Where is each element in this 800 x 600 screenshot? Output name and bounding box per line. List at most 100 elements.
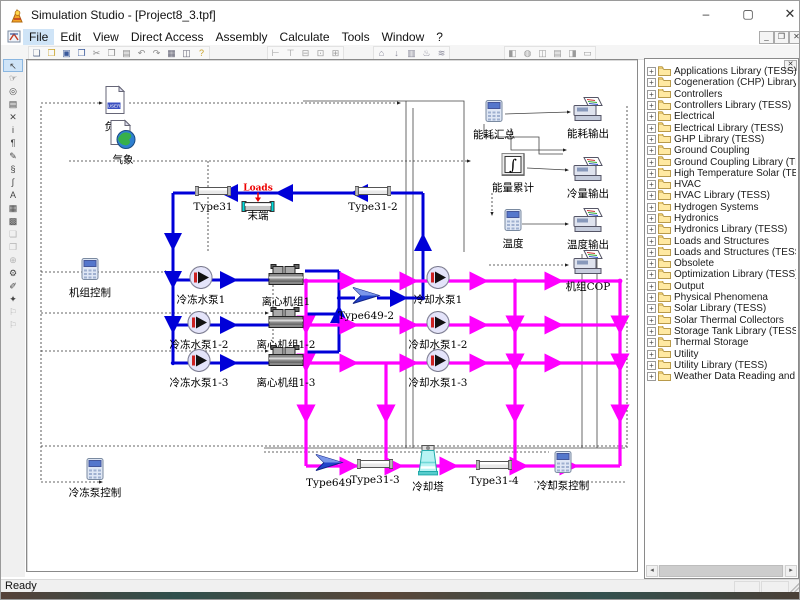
distribute-icon[interactable]: ⊟ [298, 47, 313, 59]
expand-plus-icon[interactable]: + [647, 90, 656, 99]
component-chiller-1-3[interactable] [266, 345, 306, 378]
redo-icon[interactable]: ↷ [149, 47, 164, 59]
component-energy-output[interactable] [572, 96, 604, 129]
component-chiller-1-2[interactable] [266, 307, 306, 340]
expand-plus-icon[interactable]: + [647, 316, 656, 325]
component-chiller-1[interactable] [266, 264, 306, 297]
component-unit-control[interactable] [80, 258, 100, 287]
library-item[interactable]: +Electrical [647, 111, 796, 122]
probe-tool-icon[interactable]: ¶ [3, 137, 23, 150]
resize-grip[interactable] [790, 582, 800, 592]
component-temperature-calc[interactable] [503, 209, 523, 238]
expand-plus-icon[interactable]: + [647, 191, 656, 200]
menu-item-edit[interactable]: Edit [54, 29, 87, 45]
expand-plus-icon[interactable]: + [647, 237, 656, 246]
library-item[interactable]: +Hydronics [647, 213, 796, 224]
library-item[interactable]: +Electrical Library (TESS) [647, 122, 796, 133]
library-item[interactable]: +Thermal Storage [647, 337, 796, 348]
component-energy-integrator[interactable]: ∫ [501, 153, 525, 182]
expand-plus-icon[interactable]: + [647, 124, 656, 133]
window-cascade-icon[interactable]: ◍ [520, 47, 535, 59]
expand-plus-icon[interactable]: + [647, 293, 656, 302]
library-item[interactable]: +Storage Tank Library (TESS) [647, 326, 796, 337]
component-type31-4[interactable] [476, 458, 512, 476]
component-type31-3[interactable] [357, 457, 393, 475]
expand-plus-icon[interactable]: + [647, 248, 656, 257]
library-item[interactable]: +HVAC [647, 179, 796, 190]
window-layout-icon[interactable]: ◧ [505, 47, 520, 59]
layer-up-icon[interactable]: ❏ [3, 228, 23, 241]
mdi-minimize-button[interactable]: _ [759, 31, 774, 44]
expand-plus-icon[interactable]: + [647, 350, 656, 359]
sort-down-icon[interactable]: ↓ [389, 47, 404, 59]
component-type31[interactable] [195, 184, 231, 202]
menu-item-view[interactable]: View [87, 29, 125, 45]
snap-grid-icon[interactable]: ▩ [3, 215, 23, 228]
expand-plus-icon[interactable]: + [647, 225, 656, 234]
library-item[interactable]: +Physical Phenomena [647, 292, 796, 303]
library-item[interactable]: +Utility [647, 348, 796, 359]
expand-plus-icon[interactable]: + [647, 282, 656, 291]
mdi-close-button[interactable]: ✕ [789, 31, 800, 44]
grid-icon[interactable]: ▦ [3, 202, 23, 215]
save-icon[interactable]: ▣ [59, 47, 74, 59]
library-item[interactable]: +Ground Coupling Library (TESS) [647, 156, 796, 167]
open-file-icon[interactable]: ❒ [44, 47, 59, 59]
scroll-left-icon[interactable]: ◂ [646, 565, 658, 577]
maximize-button[interactable]: ▢ [731, 1, 765, 27]
library-item[interactable]: +Output [647, 281, 796, 292]
expand-plus-icon[interactable]: + [647, 135, 656, 144]
pan-tool-icon[interactable]: ☞ [3, 72, 23, 85]
library-item[interactable]: +Solar Thermal Collectors [647, 315, 796, 326]
component-cw-pump-1[interactable] [425, 265, 451, 296]
library-item[interactable]: +Applications Library (TESS) [647, 66, 796, 77]
library-item[interactable]: +Weather Data Reading and Process [647, 371, 796, 382]
component-chw-pump-1[interactable] [188, 265, 214, 296]
component-type649-2[interactable] [351, 285, 381, 312]
expand-plus-icon[interactable]: + [647, 112, 656, 121]
component-load-file[interactable]: USER [103, 86, 127, 121]
library-item[interactable]: +Controllers [647, 89, 796, 100]
component-cw-pump-1-2[interactable] [425, 310, 451, 341]
component-cw-pump-control[interactable] [553, 451, 573, 480]
expand-plus-icon[interactable]: + [647, 259, 656, 268]
export-icon[interactable]: ◨ [565, 47, 580, 59]
component-temperature-output[interactable] [572, 207, 604, 240]
library-item[interactable]: +Loads and Structures [647, 235, 796, 246]
library-item[interactable]: +Controllers Library (TESS) [647, 100, 796, 111]
window-tile-icon[interactable]: ◫ [535, 47, 550, 59]
mdi-restore-button[interactable]: ❐ [774, 31, 789, 44]
align-horizontal-icon[interactable]: ⊢ [268, 47, 283, 59]
align-vertical-icon[interactable]: ⊤ [283, 47, 298, 59]
fit-view-icon[interactable]: ▤ [3, 98, 23, 111]
component-cw-pump-1-3[interactable] [425, 348, 451, 379]
size-icon[interactable]: ⊡ [313, 47, 328, 59]
hierarchy-icon[interactable]: ⌂ [374, 47, 389, 59]
report-icon[interactable]: ▤ [550, 47, 565, 59]
cut-icon[interactable]: ✂ [89, 47, 104, 59]
paste-icon[interactable]: ▤ [119, 47, 134, 59]
menu-item-window[interactable]: Window [376, 29, 431, 45]
expand-plus-icon[interactable]: + [647, 180, 656, 189]
component-type31-2[interactable] [355, 184, 391, 202]
library-item[interactable]: +Obsolete [647, 258, 796, 269]
zoom-tool-icon[interactable]: ◎ [3, 85, 23, 98]
expand-plus-icon[interactable]: + [647, 372, 656, 381]
scroll-right-icon[interactable]: ▸ [785, 565, 797, 577]
probe-icon[interactable]: ♨ [419, 47, 434, 59]
component-chw-pump-control[interactable] [85, 458, 105, 487]
library-item[interactable]: +Utility Library (TESS) [647, 360, 796, 371]
project-document-icon[interactable] [7, 30, 21, 43]
component-cooling-output[interactable] [572, 156, 604, 189]
expand-plus-icon[interactable]: + [647, 146, 656, 155]
menu-item-file[interactable]: File [23, 29, 54, 45]
component-cooling-tower[interactable] [415, 444, 441, 481]
save-all-icon[interactable]: ❐ [74, 47, 89, 59]
menu-item-[interactable]: ? [430, 29, 449, 45]
component-unit-cop[interactable] [572, 249, 604, 282]
parameter-tool-icon[interactable]: ✎ [3, 150, 23, 163]
print-preview-icon[interactable]: ◫ [179, 47, 194, 59]
minimize-button[interactable]: – [689, 1, 723, 27]
expand-plus-icon[interactable]: + [647, 67, 656, 76]
expand-plus-icon[interactable]: + [647, 338, 656, 347]
